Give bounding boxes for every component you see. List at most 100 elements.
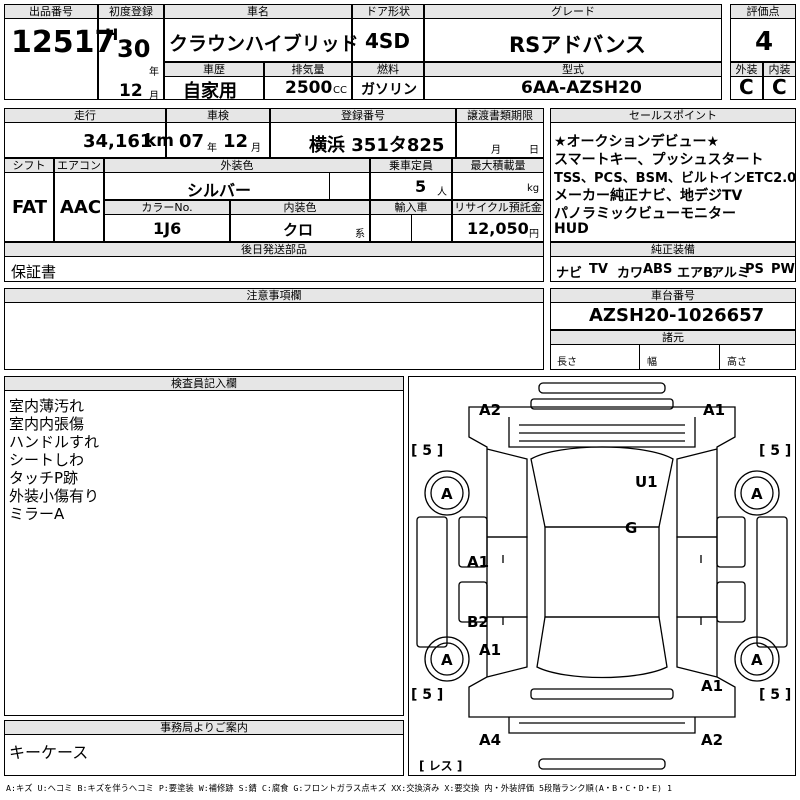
displacement-label: 排気量 [265, 63, 351, 77]
mark-left-rear-fender: A1 [479, 641, 501, 659]
chassis-label: 車台番号 [551, 289, 795, 303]
length-label: 長さ [557, 357, 577, 368]
notes-box: 注意事項欄 [4, 288, 544, 370]
color-no-box: カラーNo. 1J6 [104, 200, 230, 242]
model-code: 6AA-AZSH20 [521, 78, 642, 98]
equipment-box: 純正装備 ナビ TV カワ ABS エアB アルミ PS PW [550, 242, 796, 282]
exterior-color: シルバー [187, 181, 252, 200]
mileage-box: 走行 34,161 km [4, 108, 174, 158]
recycle-label: リサイクル預託金 [453, 201, 543, 215]
tire-rear-right-label: [ 5 ] [759, 687, 791, 703]
damage-diagram-box: A2 A1 U1 G A1 B2 A1 A1 A4 A2 A A A A [ 5… [408, 376, 796, 776]
dim-divider-2 [719, 345, 720, 370]
inspector-notes-label: 検査員記入欄 [5, 377, 403, 391]
color-no-label: カラーNo. [105, 201, 229, 215]
registration-number: 横浜 351タ825 [309, 135, 445, 156]
width-label: 幅 [647, 357, 657, 368]
max-load-label: 最大積載量 [453, 159, 543, 173]
inspection-label: 車検 [167, 109, 269, 123]
equipment-abs: ABS [643, 262, 673, 277]
interior-color: クロ [283, 221, 314, 239]
legend: A:キズ U:ヘコミ B:キズを伴うヘコミ P:要塗装 W:補修跡 S:錆 C:… [6, 783, 672, 793]
dimensions-box: 諸元 長さ 幅 高さ [550, 330, 796, 370]
import-box: 輸入車 [370, 200, 452, 242]
car-name-label: 車名 [165, 5, 351, 19]
grade: RSアドバンス [509, 33, 646, 57]
registration-box: 登録番号 横浜 351タ825 [270, 108, 456, 158]
shift: FAT [12, 197, 48, 218]
first-registration-label: 初度登録 [99, 5, 163, 19]
aircon-label: エアコン [55, 159, 103, 173]
recycle-unit: 円 [529, 229, 539, 240]
sales-point-2: スマートキー、プッシュスタート [554, 152, 764, 168]
spare-tire-label: [ レス ] [419, 759, 462, 773]
equipment-navi: ナビ [556, 266, 583, 281]
exterior-color-box: 外装色 シルバー [104, 158, 370, 200]
exterior-grade-box: 外装 C [730, 62, 763, 100]
exterior-grade: C [739, 75, 754, 99]
height-label: 高さ [727, 357, 747, 368]
inspection-year-unit: 年 [207, 143, 217, 154]
displacement: 2500 [285, 78, 333, 98]
capacity-unit: 人 [437, 187, 447, 198]
equipment-label: 純正装備 [551, 243, 795, 257]
shift-box: シフト FAT [4, 158, 54, 242]
later-parts-label: 後日発送部品 [5, 243, 543, 257]
exterior-color-label: 外装色 [105, 159, 369, 173]
mileage-label: 走行 [5, 109, 165, 123]
score-label: 評価点 [731, 5, 795, 19]
history-box: 車歴 自家用 [164, 62, 264, 102]
score-box: 評価点 4 [730, 4, 796, 62]
exterior-color-divider [329, 173, 330, 200]
cc-unit: CC [333, 85, 347, 96]
equipment-pw: PW [771, 262, 795, 277]
transfer-deadline-box: 譲渡書類期限 月 日 [456, 108, 544, 158]
displacement-box: 排気量 2500 CC [264, 62, 352, 100]
equipment-ps: PS [745, 262, 764, 277]
equipment-airbag: エアB [677, 266, 713, 281]
recycle-fee: 12,050 [467, 219, 529, 238]
interior-grade: C [772, 75, 787, 99]
mark-wheel-front-left: A [441, 485, 453, 503]
inspection-month-unit: 月 [251, 143, 261, 154]
mark-wheel-rear-right: A [751, 651, 763, 669]
door-type: 4SD [365, 29, 410, 53]
mark-rear-left: A4 [479, 731, 501, 749]
interior-grade-box: 内装 C [763, 62, 796, 100]
car-name-box: 車名 クラウンハイブリッド [164, 4, 359, 62]
fuel-label: 燃料 [353, 63, 423, 77]
sales-point-6: HUD [554, 221, 589, 237]
year-unit: 年 [149, 67, 159, 78]
car-diagram: A2 A1 U1 G A1 B2 A1 A1 A4 A2 A A A A [ 5… [411, 382, 791, 773]
color-no: 1J6 [153, 219, 182, 238]
capacity-label: 乗車定員 [371, 159, 451, 173]
first-registration-box: 初度登録 H 30 年 12 月 [98, 4, 164, 102]
lot-number-box: 出品番号 12517 [4, 4, 115, 100]
grade-box: グレード RSアドバンス [424, 4, 722, 62]
interior-color-label: 内装色 [231, 201, 369, 215]
interior-color-unit: 系 [355, 229, 365, 240]
deadline-month-unit: 月 [491, 145, 501, 156]
inspector-note-7: ミラーA [9, 505, 65, 523]
import-divider [411, 215, 412, 242]
registration-label: 登録番号 [271, 109, 455, 123]
mileage: 34,161 [83, 131, 153, 152]
shift-label: シフト [5, 159, 53, 173]
dim-divider-1 [639, 345, 640, 370]
aircon-box: エアコン AAC [54, 158, 104, 242]
month-unit: 月 [149, 91, 159, 102]
score: 4 [755, 27, 774, 57]
history: 自家用 [183, 81, 237, 102]
transfer-deadline-label: 譲渡書類期限 [457, 109, 543, 123]
notes-label: 注意事項欄 [5, 289, 543, 303]
tire-front-left-label: [ 5 ] [411, 443, 443, 459]
sales-point-3: TSS、PCS、BSM、ビルトインETC2.0 [554, 171, 797, 186]
inspection-year: 07 [179, 131, 205, 152]
tire-rear-left-label: [ 5 ] [411, 687, 443, 703]
max-load-unit: kg [527, 183, 540, 194]
fuel: ガソリン [361, 82, 417, 98]
mark-front-left: A2 [479, 401, 501, 419]
inspection-month: 12 [223, 131, 249, 152]
office-notes-box: 事務局よりご案内 キーケース [4, 720, 404, 776]
mark-wheel-front-right: A [751, 485, 763, 503]
